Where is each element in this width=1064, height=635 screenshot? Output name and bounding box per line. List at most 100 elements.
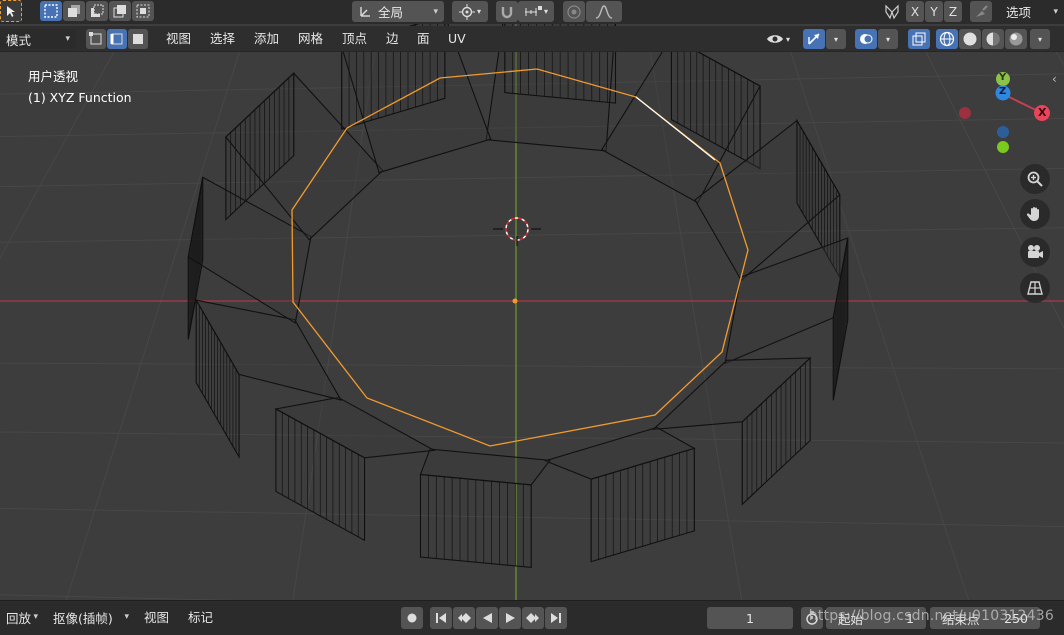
snap-toggle-button[interactable] <box>496 1 518 22</box>
xray-toggle-button[interactable] <box>908 29 930 49</box>
viewport-3d[interactable] <box>0 0 1064 635</box>
camera-view-button[interactable] <box>1020 237 1050 267</box>
face-select-mode-button[interactable] <box>128 29 148 49</box>
viewport-header: 模式 ▾ 视图 选择 添加 网格 顶点 边 面 UV ▾ ▾ ▾ ▾ <box>0 26 1064 52</box>
play-button[interactable] <box>499 607 521 629</box>
perspective-toggle-button[interactable] <box>1020 273 1050 303</box>
gizmo-z-label: Z <box>999 86 1007 97</box>
chevron-down-icon: ▾ <box>1053 6 1058 17</box>
pivot-icon <box>458 3 475 20</box>
select-intersect-icon <box>136 4 150 18</box>
select-new-button[interactable] <box>40 1 62 21</box>
select-invert-icon <box>113 5 126 18</box>
play-reverse-button[interactable] <box>476 607 498 629</box>
edge-select-mode-button[interactable] <box>107 29 127 49</box>
jump-start-button[interactable] <box>430 607 452 629</box>
object-info-label: (1) XYZ Function <box>28 90 132 105</box>
select-intersect-button[interactable] <box>132 1 154 21</box>
proportional-edit-icon <box>567 4 581 19</box>
gizmo-arrow-icon <box>808 33 820 45</box>
options-dropdown[interactable]: 选项 ▾ <box>1000 1 1064 22</box>
auto-merge-button[interactable] <box>970 1 992 22</box>
xray-icon <box>912 32 926 46</box>
mirror-x-button[interactable]: X <box>906 1 924 22</box>
select-extend-button[interactable] <box>63 1 85 21</box>
keying-dropdown[interactable]: 抠像(插帧) ▾ <box>47 607 135 627</box>
wireframe-sphere-icon <box>939 31 955 47</box>
gizmo-toggle-button[interactable] <box>803 29 825 49</box>
jump-end-button[interactable] <box>545 607 567 629</box>
mirror-z-button[interactable]: Z <box>944 1 962 22</box>
mirror-z-label: Z <box>948 4 958 19</box>
proportional-edit-button[interactable] <box>563 1 585 22</box>
menu-select[interactable]: 选择 <box>204 28 241 50</box>
mirror-y-label: Y <box>930 4 938 19</box>
zoom-button[interactable] <box>1020 164 1050 194</box>
falloff-button[interactable] <box>586 1 622 22</box>
rendered-sphere-icon <box>1009 32 1023 46</box>
overlays-toggle-button[interactable] <box>855 29 877 49</box>
shading-rendered-button[interactable] <box>1005 29 1027 49</box>
timeline-menu-view[interactable]: 视图 <box>138 607 175 629</box>
select-subtract-button[interactable] <box>86 1 108 21</box>
pivot-point-button[interactable]: ▾ <box>452 1 488 22</box>
grid-icon <box>1027 281 1043 295</box>
overlays-dropdown[interactable]: ▾ <box>878 29 898 49</box>
vertex-mode-icon <box>89 32 102 45</box>
shading-solid-button[interactable] <box>959 29 981 49</box>
snap-target-button[interactable]: ▾ <box>518 1 554 22</box>
face-mode-icon <box>133 34 143 44</box>
playback-label: 回放 <box>6 610 32 626</box>
falloff-curve-icon <box>595 4 613 19</box>
mode-dropdown[interactable]: 模式 ▾ <box>0 29 76 49</box>
chevron-down-icon: ▾ <box>433 6 438 17</box>
active-tool-button[interactable] <box>0 0 22 22</box>
current-frame-value: 1 <box>746 610 754 626</box>
menu-vertex[interactable]: 顶点 <box>336 28 373 50</box>
cursor-arrow-icon <box>7 6 15 17</box>
blender-window: X Y Z 用户透视 (1) XYZ Function ‹ 全局 ▾ ▾ ▾ X… <box>0 0 1064 635</box>
tool-settings-bar: 全局 ▾ ▾ ▾ X Y Z 选项 ▾ <box>0 0 1064 24</box>
menu-uv[interactable]: UV <box>442 28 472 50</box>
timeline-menu-marker[interactable]: 标记 <box>182 607 219 629</box>
shading-wireframe-button[interactable] <box>936 29 958 49</box>
transform-orientation-dropdown[interactable]: 全局 ▾ <box>352 1 444 22</box>
mirror-options-button[interactable] <box>880 1 904 22</box>
zoom-icon <box>1027 171 1043 187</box>
shading-dropdown[interactable]: ▾ <box>1030 29 1050 49</box>
select-invert-button[interactable] <box>109 1 131 21</box>
record-icon <box>407 613 417 623</box>
object-origin <box>512 298 518 304</box>
transform-orientation-label: 全局 <box>378 5 404 20</box>
menu-add[interactable]: 添加 <box>248 28 285 50</box>
select-extend-icon <box>68 5 80 17</box>
prev-keyframe-icon <box>458 613 471 623</box>
menu-edge[interactable]: 边 <box>380 28 405 50</box>
snap-increment-icon <box>524 5 542 16</box>
next-keyframe-icon <box>526 613 539 623</box>
sidebar-toggle[interactable]: ‹ <box>1052 72 1064 88</box>
shading-material-button[interactable] <box>982 29 1004 49</box>
options-label: 选项 <box>1006 5 1032 20</box>
select-subtract-icon <box>91 4 104 17</box>
current-frame-field[interactable]: 1 <box>707 607 793 629</box>
vertex-select-mode-button[interactable] <box>86 29 106 49</box>
visibility-button[interactable]: ▾ <box>760 29 796 49</box>
brush-icon <box>976 4 988 17</box>
mirror-y-button[interactable]: Y <box>925 1 943 22</box>
prev-keyframe-button[interactable] <box>453 607 475 629</box>
orientation-icon <box>360 6 370 17</box>
eye-icon <box>766 35 783 43</box>
gizmo-dropdown[interactable]: ▾ <box>826 29 846 49</box>
camera-icon <box>1028 245 1043 258</box>
menu-face[interactable]: 面 <box>411 28 436 50</box>
solid-sphere-icon <box>963 32 977 46</box>
menu-view[interactable]: 视图 <box>160 28 197 50</box>
playback-dropdown[interactable]: 回放 ▾ <box>0 607 44 627</box>
auto-keying-button[interactable] <box>401 607 423 629</box>
hand-icon <box>1026 207 1039 221</box>
play-icon <box>506 613 515 623</box>
menu-mesh[interactable]: 网格 <box>292 28 329 50</box>
pan-button[interactable] <box>1020 199 1050 229</box>
next-keyframe-button[interactable] <box>522 607 544 629</box>
